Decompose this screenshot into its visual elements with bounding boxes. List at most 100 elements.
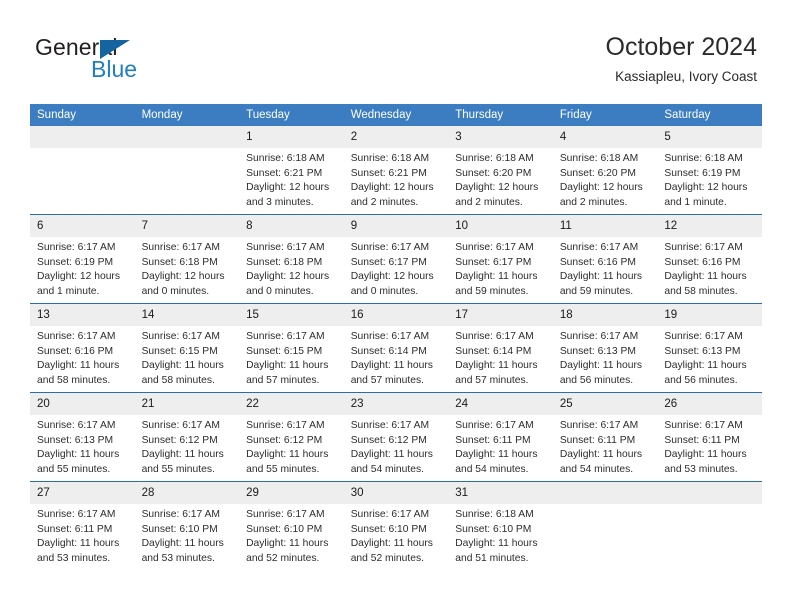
daylight-text: and 0 minutes. <box>141 285 210 297</box>
calendar-day-cell[interactable]: 30 Sunrise: 6:17 AM Sunset: 6:10 PM Dayligh… <box>343 481 449 570</box>
day-number: 8 <box>239 215 344 237</box>
calendar-day-cell[interactable]: 7 Sunrise: 6:17 AM Sunset: 6:18 PM Daylight… <box>134 214 240 304</box>
sunset-text: Sunset: 6:20 PM <box>559 167 636 179</box>
sunset-text: Sunset: 6:11 PM <box>664 434 740 446</box>
daylight-text: Daylight: 12 hours <box>246 182 330 194</box>
day-number: 22 <box>239 393 344 415</box>
daylight-text: and 56 minutes. <box>664 374 738 386</box>
calendar-day-cell[interactable]: 28 Sunrise: 6:17 AM Sunset: 6:10 PM Dayligh… <box>134 481 240 570</box>
day-sun-info: Sunrise: 6:17 AM Sunset: 6:12 PM Daylight:… <box>344 415 449 477</box>
sunrise-text: Sunrise: 6:17 AM <box>664 420 743 431</box>
calendar-week-row: 27 Sunrise: 6:17 AM Sunset: 6:11 PM Dayligh… <box>30 481 762 570</box>
daylight-text: and 54 minutes. <box>455 463 529 475</box>
daylight-text: Daylight: 11 hours <box>37 449 120 461</box>
sunrise-text: Sunrise: 6:17 AM <box>559 331 639 342</box>
day-number: 9 <box>343 215 449 237</box>
day-sun-info: Sunrise: 6:18 AM Sunset: 6:19 PM Daylight:… <box>657 148 762 210</box>
sunrise-text: Sunrise: 6:18 AM <box>350 153 430 164</box>
calendar-week-row: 6 Sunrise: 6:17 AM Sunset: 6:19 PM Daylight… <box>30 214 762 304</box>
daylight-text: Daylight: 11 hours <box>455 360 538 372</box>
calendar-day-cell[interactable]: 3 Sunrise: 6:18 AM Sunset: 6:20 PM Daylight… <box>448 126 553 215</box>
daylight-text: Daylight: 11 hours <box>350 538 433 550</box>
daylight-text: and 58 minutes. <box>141 374 215 386</box>
calendar-day-cell[interactable]: 20 Sunrise: 6:17 AM Sunset: 6:13 PM Dayligh… <box>30 392 135 482</box>
daylight-text: Daylight: 11 hours <box>246 449 329 461</box>
calendar-day-cell[interactable]: 25 Sunrise: 6:17 AM Sunset: 6:11 PM Dayligh… <box>552 392 658 482</box>
sunrise-text: Sunrise: 6:17 AM <box>455 331 534 342</box>
calendar-day-cell[interactable]: 1 Sunrise: 6:18 AM Sunset: 6:21 PM Daylight… <box>239 126 344 215</box>
sunset-text: Sunset: 6:13 PM <box>559 345 636 357</box>
daylight-text: Daylight: 11 hours <box>559 360 643 372</box>
calendar-day-cell[interactable]: 5 Sunrise: 6:18 AM Sunset: 6:19 PM Daylight… <box>657 126 762 215</box>
sunset-text: Sunset: 6:12 PM <box>141 434 218 446</box>
daylight-text: Daylight: 11 hours <box>246 538 329 550</box>
calendar-day-cell[interactable]: 23 Sunrise: 6:17 AM Sunset: 6:12 PM Dayligh… <box>343 392 449 482</box>
calendar-day-cell[interactable]: 15 Sunrise: 6:17 AM Sunset: 6:15 PM Dayligh… <box>239 303 344 393</box>
calendar-day-cell[interactable]: 2 Sunrise: 6:18 AM Sunset: 6:21 PM Daylight… <box>343 126 449 215</box>
sunset-text: Sunset: 6:16 PM <box>664 256 741 268</box>
daylight-text: and 52 minutes. <box>350 552 424 564</box>
calendar-day-cell[interactable]: 14 Sunrise: 6:17 AM Sunset: 6:15 PM Dayligh… <box>134 303 240 393</box>
daylight-text: Daylight: 11 hours <box>350 449 433 461</box>
calendar-day-cell[interactable]: 21 Sunrise: 6:17 AM Sunset: 6:12 PM Dayligh… <box>134 392 240 482</box>
daylight-text: and 55 minutes. <box>141 463 215 475</box>
day-sun-info: Sunrise: 6:17 AM Sunset: 6:11 PM Daylight:… <box>448 415 553 477</box>
calendar-day-cell[interactable]: 11 Sunrise: 6:17 AM Sunset: 6:16 PM Dayligh… <box>552 214 658 304</box>
sunset-text: Sunset: 6:10 PM <box>350 523 427 535</box>
day-number: 28 <box>134 482 240 504</box>
calendar-day-cell[interactable]: 8 Sunrise: 6:17 AM Sunset: 6:18 PM Daylight… <box>239 214 344 304</box>
sunset-text: Sunset: 6:12 PM <box>350 434 427 446</box>
calendar-cell-empty <box>552 481 658 570</box>
daylight-text: Daylight: 11 hours <box>559 449 643 461</box>
day-sun-info: Sunrise: 6:17 AM Sunset: 6:16 PM Daylight:… <box>553 237 658 299</box>
daylight-text: Daylight: 12 hours <box>664 182 748 194</box>
daylight-text: and 1 minute. <box>664 196 727 208</box>
calendar-day-cell[interactable]: 19 Sunrise: 6:17 AM Sunset: 6:13 PM Dayligh… <box>657 303 762 393</box>
daylight-text: and 3 minutes. <box>246 196 314 208</box>
calendar-day-cell[interactable]: 27 Sunrise: 6:17 AM Sunset: 6:11 PM Dayligh… <box>30 481 135 570</box>
calendar-day-cell[interactable]: 12 Sunrise: 6:17 AM Sunset: 6:16 PM Dayligh… <box>657 214 762 304</box>
calendar-day-cell[interactable]: 22 Sunrise: 6:17 AM Sunset: 6:12 PM Dayligh… <box>239 392 344 482</box>
sunrise-text: Sunrise: 6:17 AM <box>246 420 325 431</box>
daylight-text: Daylight: 11 hours <box>246 360 329 372</box>
calendar-day-cell[interactable]: 4 Sunrise: 6:18 AM Sunset: 6:20 PM Daylight… <box>552 126 658 215</box>
daylight-text: and 54 minutes. <box>350 463 424 475</box>
daylight-text: Daylight: 12 hours <box>455 182 539 194</box>
calendar-week-row: 20 Sunrise: 6:17 AM Sunset: 6:13 PM Dayligh… <box>30 392 762 482</box>
sunrise-text: Sunrise: 6:17 AM <box>350 242 430 253</box>
day-sun-info: Sunrise: 6:17 AM Sunset: 6:12 PM Daylight:… <box>239 415 344 477</box>
weekday-monday: Monday <box>134 104 240 126</box>
day-number: 23 <box>343 393 449 415</box>
daylight-text: Daylight: 12 hours <box>559 182 643 194</box>
day-sun-info: Sunrise: 6:17 AM Sunset: 6:18 PM Daylight:… <box>135 237 240 299</box>
general-blue-logo[interactable]: General Blue <box>35 36 265 86</box>
sunrise-text: Sunrise: 6:17 AM <box>350 331 430 342</box>
daylight-text: and 2 minutes. <box>455 196 523 208</box>
calendar-day-cell[interactable]: 16 Sunrise: 6:17 AM Sunset: 6:14 PM Dayligh… <box>343 303 449 393</box>
sunrise-text: Sunrise: 6:17 AM <box>455 242 534 253</box>
calendar-day-cell[interactable]: 29 Sunrise: 6:17 AM Sunset: 6:10 PM Dayligh… <box>239 481 344 570</box>
weekday-tuesday: Tuesday <box>239 104 344 126</box>
sunset-text: Sunset: 6:17 PM <box>455 256 532 268</box>
calendar-day-cell[interactable]: 10 Sunrise: 6:17 AM Sunset: 6:17 PM Dayligh… <box>448 214 553 304</box>
calendar-day-cell[interactable]: 26 Sunrise: 6:17 AM Sunset: 6:11 PM Dayligh… <box>657 392 762 482</box>
calendar-day-cell[interactable]: 9 Sunrise: 6:17 AM Sunset: 6:17 PM Daylight… <box>343 214 449 304</box>
calendar-cell-empty <box>30 126 135 215</box>
day-sun-info: Sunrise: 6:17 AM Sunset: 6:11 PM Daylight:… <box>657 415 762 477</box>
calendar-day-cell[interactable]: 18 Sunrise: 6:17 AM Sunset: 6:13 PM Dayligh… <box>552 303 658 393</box>
day-number: 10 <box>448 215 553 237</box>
day-number: 7 <box>134 215 240 237</box>
calendar-day-cell[interactable]: 6 Sunrise: 6:17 AM Sunset: 6:19 PM Daylight… <box>30 214 135 304</box>
calendar-day-cell[interactable]: 17 Sunrise: 6:17 AM Sunset: 6:14 PM Dayligh… <box>448 303 553 393</box>
day-sun-info: Sunrise: 6:17 AM Sunset: 6:15 PM Daylight:… <box>239 326 344 388</box>
day-number: 31 <box>448 482 553 504</box>
calendar-week-row: 1 Sunrise: 6:18 AM Sunset: 6:21 PM Daylight… <box>30 126 762 215</box>
calendar-day-cell[interactable]: 31 Sunrise: 6:18 AM Sunset: 6:10 PM Dayligh… <box>448 481 553 570</box>
day-sun-info: Sunrise: 6:17 AM Sunset: 6:10 PM Daylight:… <box>239 504 344 566</box>
daylight-text: Daylight: 12 hours <box>246 271 330 283</box>
day-number: 30 <box>343 482 449 504</box>
calendar-day-cell[interactable]: 13 Sunrise: 6:17 AM Sunset: 6:16 PM Dayligh… <box>30 303 135 393</box>
weekday-thursday: Thursday <box>448 104 553 126</box>
daylight-text: Daylight: 11 hours <box>350 360 433 372</box>
calendar-day-cell[interactable]: 24 Sunrise: 6:17 AM Sunset: 6:11 PM Dayligh… <box>448 392 553 482</box>
